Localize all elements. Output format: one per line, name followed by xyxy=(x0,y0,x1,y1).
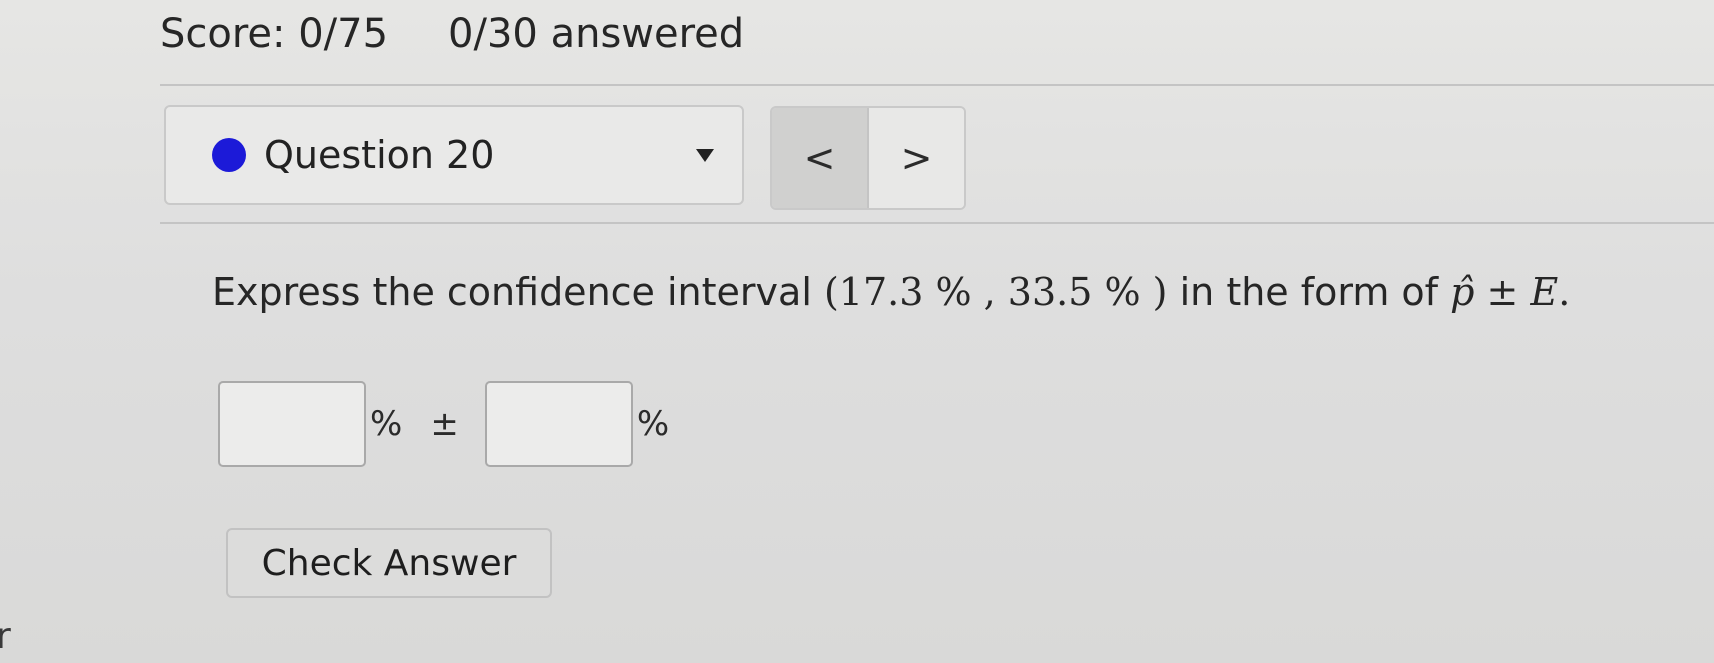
margin-of-error-input[interactable] xyxy=(484,381,633,467)
plus-minus-label: ± xyxy=(430,404,459,444)
score-text: Score: 0/75 xyxy=(160,11,389,57)
prompt-prefix: Express the confidence interval xyxy=(212,270,824,314)
prompt-period: . xyxy=(1558,270,1571,314)
p-hat-input[interactable] xyxy=(218,381,366,467)
next-question-button[interactable]: > xyxy=(869,108,964,208)
edge-text-fragment: r xyxy=(0,616,11,657)
question-dropdown[interactable]: Question 20 xyxy=(164,105,744,205)
question-divider xyxy=(160,222,1714,224)
margin-symbol: E xyxy=(1530,270,1559,314)
prompt-middle: in the form of xyxy=(1167,270,1451,314)
check-answer-button[interactable]: Check Answer xyxy=(226,528,552,598)
answered-count: 0/30 answered xyxy=(448,11,745,57)
score-header: Score: 0/75 0/30 answered xyxy=(160,6,744,62)
question-label: Question 20 xyxy=(264,133,495,177)
p-hat-symbol: p̂ xyxy=(1450,270,1475,314)
percent-label-2: % xyxy=(636,404,670,444)
question-prompt: Express the confidence interval (17.3 % … xyxy=(212,270,1570,314)
question-nav-buttons: < > xyxy=(770,106,966,210)
percent-label-1: % xyxy=(370,404,403,444)
caret-down-icon xyxy=(696,149,714,162)
answer-row: % ± % xyxy=(218,378,669,470)
question-status-dot-icon xyxy=(212,138,246,172)
confidence-interval: (17.3 % , 33.5 % ) xyxy=(823,270,1168,314)
plus-minus-symbol: ± xyxy=(1474,270,1531,314)
header-divider xyxy=(160,84,1714,86)
previous-question-button[interactable]: < xyxy=(772,108,869,208)
